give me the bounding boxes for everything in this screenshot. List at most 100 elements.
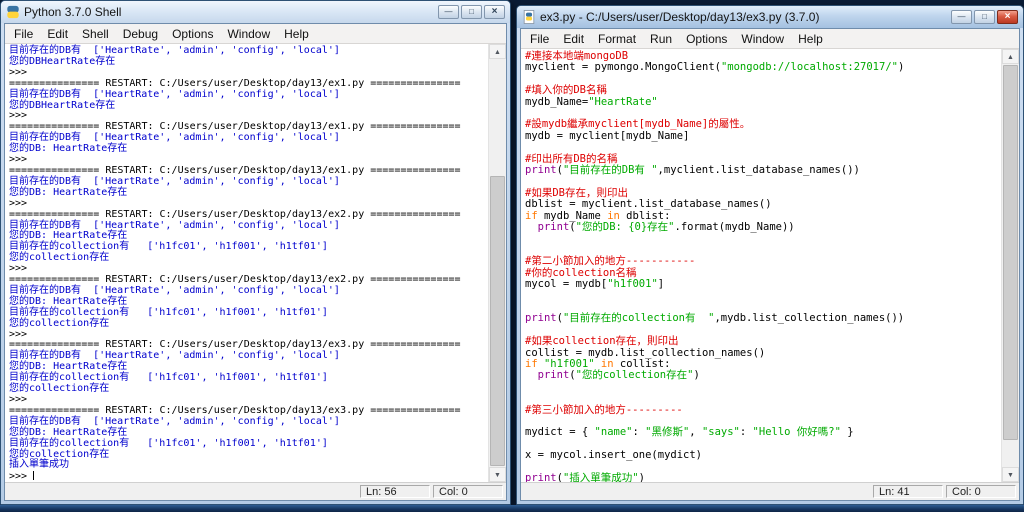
text-segment: 您的collection存在 [9,448,110,460]
menu-item-shell[interactable]: Shell [75,25,116,43]
text-segment: 目前存在的DB有 ['HeartRate', 'admin', 'config'… [9,132,340,144]
text-segment: 目前存在的collection有 ['h1fc01', 'h1f001', 'h… [9,306,328,318]
maximize-button[interactable]: □ [974,10,995,24]
shell-line: >>> [9,471,489,482]
text-segment: ,mydb.list_collection_names()) [714,312,905,325]
shell-output[interactable]: 目前存在的DB有 ['HeartRate', 'admin', 'config'… [5,44,489,482]
shell-scrollbar[interactable]: ▲ ▼ [488,44,506,482]
text-segment: >>> [9,471,34,482]
column-indicator: Col: 0 [946,485,1016,498]
menu-item-options[interactable]: Options [165,25,220,43]
code-editor[interactable]: #連接本地端mongoDB myclient = pymongo.MongoCli… [521,49,1002,482]
menu-item-help[interactable]: Help [791,30,830,48]
close-button[interactable]: × [997,10,1018,24]
text-segment: : [739,426,753,439]
text-segment: "目前存在的collection有 " [562,312,715,325]
shell-body: File Edit Shell Debug Options Window Help 目前存在… [4,23,507,501]
text-segment: print [525,472,557,482]
text-segment: mydict = { [525,426,595,439]
code-line: mydb = myclient[mydb_Name] [525,129,1002,142]
text-segment: 您的DBHeartRate存在 [9,99,116,111]
text-segment: mydb = myclient[mydb_Name] [525,129,690,142]
taskbar[interactable] [0,505,1024,512]
text-segment: 目前存在的DB有 ['HeartRate', 'admin', 'config'… [9,284,340,296]
text-segment: 目前存在的collection有 ['h1fc01', 'h1f001', 'h… [9,437,328,449]
text-segment: ] [657,278,665,291]
text-segment: 您的DB: HeartRate存在 [9,295,128,307]
text-segment: "目前存在的DB有 " [562,164,658,177]
text-segment: : [632,426,646,439]
text-segment: 您的collection存在 [9,383,110,395]
shell-line: 插入單筆成功 [9,459,489,471]
minimize-button[interactable]: — [951,10,972,24]
text-segment: mycol = mydb[ [525,278,608,291]
shell-line: 您的collection存在 [9,252,489,264]
editor-titlebar[interactable]: ex3.py - C:/Users/user/Desktop/day13/ex3… [517,6,1023,28]
python-file-icon [522,10,536,24]
scroll-down-icon[interactable]: ▼ [489,467,506,482]
text-segment: ) [897,61,905,74]
scroll-down-icon[interactable]: ▼ [1002,467,1019,482]
menu-item-file[interactable]: File [7,25,40,43]
scroll-up-icon[interactable]: ▲ [1002,49,1019,64]
minimize-button[interactable]: — [438,5,459,19]
editor-statusbar: Ln: 41 Col: 0 [521,482,1019,500]
menu-item-edit[interactable]: Edit [40,25,75,43]
menu-item-options[interactable]: Options [679,30,734,48]
text-segment: #如果DB存在，則印出 [525,186,628,199]
menu-item-format[interactable]: Format [591,30,643,48]
editor-body: File Edit Format Run Options Window Help #連接本地… [520,28,1020,501]
maximize-button[interactable]: □ [461,5,482,19]
text-segment: 目前存在的collection有 ['h1fc01', 'h1f001', 'h… [9,372,328,384]
text-segment: in [607,209,620,222]
code-line: mydb_Name="HeartRate" [525,96,1002,108]
menu-item-edit[interactable]: Edit [556,30,591,48]
menu-item-window[interactable]: Window [220,25,277,43]
menu-item-debug[interactable]: Debug [116,25,165,43]
text-segment: 目前存在的DB有 ['HeartRate', 'admin', 'config'… [9,45,340,56]
text-segment: , [689,426,702,439]
text-segment: mydb_Name [537,209,608,222]
text-segment: 目前存在的DB有 ['HeartRate', 'admin', 'config'… [9,175,340,187]
shell-content: 目前存在的DB有 ['HeartRate', 'admin', 'config'… [5,44,506,482]
text-segment: #你的collection名稱 [525,266,637,279]
menu-item-run[interactable]: Run [643,30,679,48]
text-segment: dblist = myclient.list_database_names() [525,198,772,211]
text-segment: 您的collection存在 [9,252,110,264]
shell-scrollbar-thumb[interactable] [490,176,505,466]
shell-statusbar: Ln: 56 Col: 0 [5,482,506,500]
code-line: print("您的collection存在") [525,370,1002,381]
text-segment: ) [638,472,645,482]
menu-item-window[interactable]: Window [734,30,791,48]
menu-item-file[interactable]: File [523,30,556,48]
text-segment: >>> [9,154,34,166]
text-segment: "您的collection存在" [575,369,694,382]
text-segment: >>> [9,66,34,78]
shell-window-title: Python 3.7.0 Shell [24,5,122,19]
shell-titlebar[interactable]: Python 3.7.0 Shell — □ × [1,1,510,23]
shell-menubar: File Edit Shell Debug Options Window Help [5,24,506,44]
text-segment: .format(mydb_Name)) [674,221,795,234]
text-segment: #如果collection存在，則印出 [525,335,679,348]
text-segment: x = mycol.insert_one(mydict) [525,449,703,462]
line-indicator: Ln: 41 [873,485,943,498]
editor-scrollbar[interactable]: ▲ ▼ [1001,49,1019,482]
text-segment: print [525,312,557,325]
scroll-up-icon[interactable]: ▲ [489,44,506,59]
editor-window-title: ex3.py - C:/Users/user/Desktop/day13/ex3… [540,10,820,24]
text-segment: >>> [9,394,34,405]
close-button[interactable]: × [484,5,505,19]
editor-scrollbar-thumb[interactable] [1003,65,1018,440]
code-line: print("目前存在的DB有 ",myclient.list_database… [525,164,1002,177]
text-segment: =============== RESTART: C:/Users/user/D… [9,274,461,286]
editor-menubar: File Edit Format Run Options Window Help [521,29,1019,49]
menu-item-help[interactable]: Help [277,25,316,43]
text-segment: >>> [9,110,34,122]
editor-window: ex3.py - C:/Users/user/Desktop/day13/ex3… [516,5,1024,505]
python-shell-window: Python 3.7.0 Shell — □ × File Edit Shell De… [0,0,511,505]
shell-line: 您的collection存在 [9,383,489,395]
code-line: mydict = { "name": "黑修斯", "says": "Hello… [525,427,1002,438]
